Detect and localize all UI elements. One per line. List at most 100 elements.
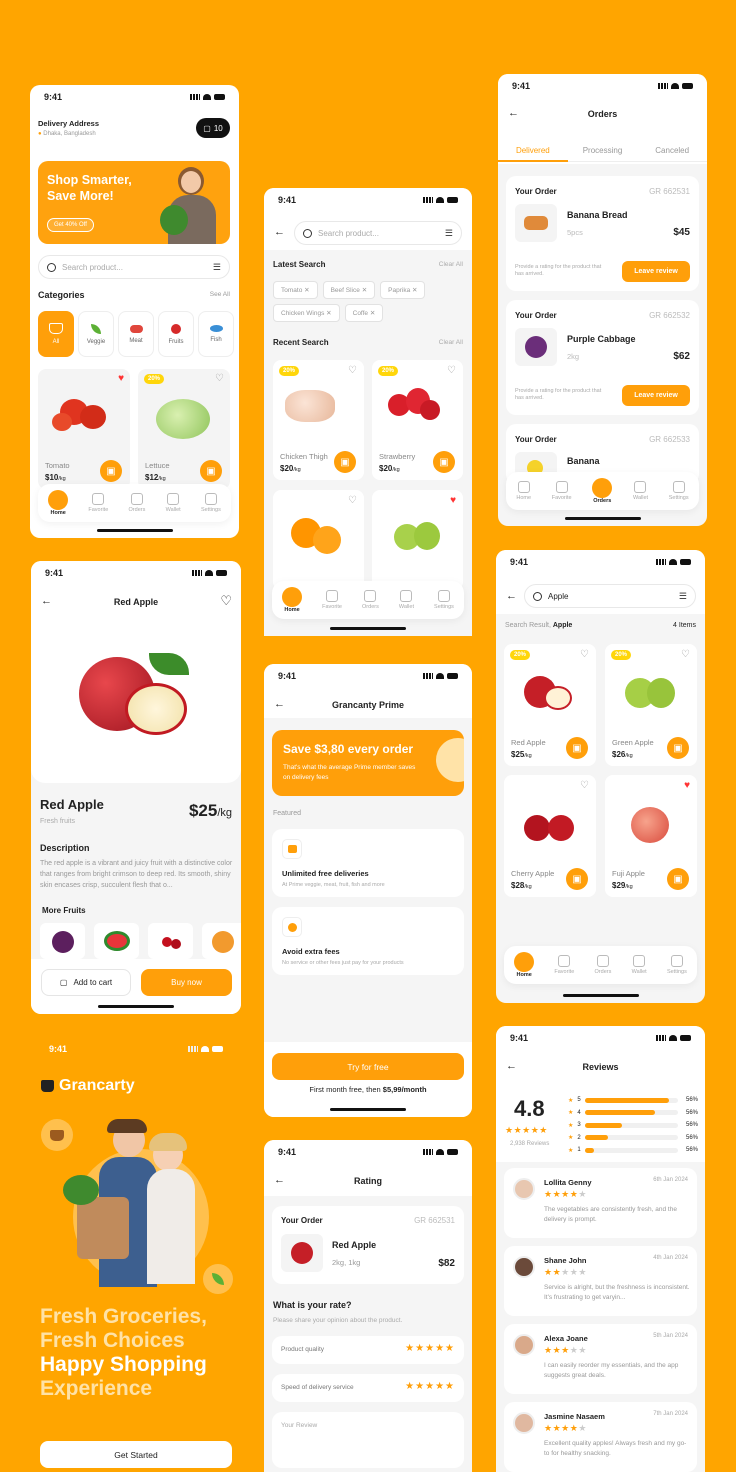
heart-icon[interactable]: ♥ [118, 373, 124, 384]
heart-icon[interactable]: ♡ [447, 365, 456, 376]
clear-all-link[interactable]: Clear All [439, 339, 463, 346]
star-rating[interactable]: ★★★★★ [405, 1381, 455, 1392]
tab-orders[interactable]: Orders [592, 478, 613, 504]
delivery-location[interactable]: ● Dhaka, Bangladesh [38, 131, 96, 137]
tab-canceled[interactable]: Canceled [637, 146, 707, 162]
heart-icon[interactable]: ♡ [580, 780, 589, 791]
tab-home[interactable]: Home [516, 481, 531, 501]
tab-processing[interactable]: Processing [567, 146, 638, 162]
tab-wallet[interactable]: Wallet [399, 590, 414, 610]
product-card[interactable]: ♥ Tomato $10/kg ▣ [38, 369, 130, 489]
category-veggie[interactable]: Veggie [78, 311, 114, 357]
filter-icon[interactable]: ☰ [445, 228, 453, 239]
add-to-cart-button[interactable]: ▣ [200, 460, 222, 482]
category-fruits[interactable]: Fruits [158, 311, 194, 357]
heart-icon[interactable]: ♡ [348, 495, 357, 506]
tab-settings[interactable]: Settings [201, 493, 221, 513]
chip[interactable]: Beef Slice ✕ [322, 281, 376, 299]
product-card[interactable]: 20% ♡ Chicken Thigh $20/kg ▣ [273, 360, 364, 480]
onboarding-headline: Fresh Groceries, Fresh Choices Happy Sho… [40, 1305, 207, 1400]
heart-icon[interactable]: ♥ [450, 495, 456, 506]
tab-settings[interactable]: Settings [434, 590, 454, 610]
heart-icon[interactable]: ♡ [348, 365, 357, 376]
heart-icon[interactable]: ♡ [580, 649, 589, 660]
search-input[interactable]: Apple ☰ [524, 584, 696, 608]
promo-banner[interactable]: Shop Smarter, Save More! Get 40% Off [38, 161, 230, 244]
search-input[interactable]: Search product... ☰ [38, 255, 230, 279]
add-to-cart-button[interactable]: ▣ [667, 868, 689, 890]
add-to-cart-button[interactable]: ▢ Add to cart [41, 969, 131, 996]
product-card[interactable]: ♡ [273, 490, 364, 590]
heart-icon[interactable]: ♡ [215, 373, 224, 384]
tab-delivered[interactable]: Delivered [498, 146, 568, 162]
tab-favorite[interactable]: Favorite [322, 590, 342, 610]
clear-all-link[interactable]: Clear All [439, 261, 463, 268]
product-card[interactable]: ♥ [372, 490, 463, 590]
promo-button[interactable]: Get 40% Off [47, 218, 94, 232]
tab-home[interactable]: Home [282, 587, 303, 613]
tab-orders[interactable]: Orders [362, 590, 379, 610]
product-card[interactable]: ♡ Cherry Apple $28/kg ▣ [504, 775, 596, 897]
add-to-cart-button[interactable]: ▣ [433, 451, 455, 473]
chip[interactable]: Coffe ✕ [344, 304, 384, 322]
fruit-thumb[interactable] [40, 923, 85, 959]
banana-bread-image [515, 204, 557, 242]
tab-orders[interactable]: Orders [129, 493, 145, 513]
tab-wallet[interactable]: Wallet [633, 481, 648, 501]
category-fish[interactable]: Fish [198, 311, 234, 357]
chip[interactable]: Paprika ✕ [380, 281, 426, 299]
star-rating[interactable]: ★★★★★ [405, 1343, 455, 1354]
product-card[interactable]: ♥ Fuji Apple $29/kg ▣ [605, 775, 697, 897]
add-to-cart-button[interactable]: ▣ [566, 868, 588, 890]
tab-wallet[interactable]: Wallet [166, 493, 181, 513]
category-meat[interactable]: Meat [118, 311, 154, 357]
product-card[interactable]: 20% ♡ Green Apple $26/kg ▣ [605, 644, 697, 766]
leave-review-button[interactable]: Leave review [622, 261, 690, 282]
review-textarea[interactable]: Your Review [272, 1412, 464, 1468]
product-card[interactable]: 20% ♡ Lettuce $12/kg ▣ [138, 369, 230, 489]
product-card[interactable]: 20% ♡ Red Apple $25/kg ▣ [504, 644, 596, 766]
tab-settings[interactable]: Settings [667, 955, 687, 975]
tab-favorite[interactable]: Favorite [552, 481, 572, 501]
tab-orders[interactable]: Orders [595, 955, 611, 975]
filter-icon[interactable]: ☰ [679, 591, 687, 602]
search-icon [303, 228, 312, 238]
fruit-thumb[interactable] [202, 923, 241, 959]
back-arrow-icon[interactable]: ← [274, 226, 285, 238]
see-all-link[interactable]: See All [210, 291, 230, 298]
tab-home[interactable]: Home [514, 952, 535, 978]
tab-favorite[interactable]: Favorite [554, 955, 574, 975]
tab-settings[interactable]: Settings [669, 481, 689, 501]
heart-icon[interactable]: ♥ [684, 780, 690, 791]
chip[interactable]: Tomato ✕ [273, 281, 318, 299]
tab-wallet[interactable]: Wallet [632, 955, 647, 975]
chip[interactable]: Chicken Wings ✕ [273, 304, 340, 322]
buy-now-button[interactable]: Buy now [141, 969, 232, 996]
category-all[interactable]: All [38, 311, 74, 357]
add-to-cart-button[interactable]: ▣ [334, 451, 356, 473]
get-started-button[interactable]: Get Started [40, 1441, 232, 1468]
tab-home[interactable]: Home [48, 490, 69, 516]
heart-icon[interactable]: ♡ [681, 649, 690, 660]
heart-icon[interactable]: ♡ [220, 593, 232, 609]
leave-review-button[interactable]: Leave review [622, 385, 690, 406]
page-title: Reviews [582, 1062, 619, 1072]
review-text: Excellent quality apples! Always fresh a… [544, 1440, 687, 1457]
rating-bar-row: ★ 3 56% [568, 1119, 698, 1132]
cart-button[interactable]: ▢ 10 [196, 118, 230, 138]
add-to-cart-button[interactable]: ▣ [667, 737, 689, 759]
fruit-thumb[interactable] [94, 923, 139, 959]
page-title: Grancanty Prime [331, 700, 405, 710]
search-input[interactable]: Search product... ☰ [294, 221, 462, 245]
try-free-button[interactable]: Try for free [272, 1053, 464, 1080]
star-level: 2 [577, 1134, 581, 1141]
tab-favorite[interactable]: Favorite [88, 493, 108, 513]
back-arrow-icon[interactable]: ← [506, 590, 517, 602]
add-to-cart-button[interactable]: ▣ [100, 460, 122, 482]
reviews-screen: 9:41 ← Reviews 4.8 ★★★★★ 2,938 Reviews ★… [496, 1026, 705, 1472]
fruit-thumb[interactable] [148, 923, 193, 959]
home-icon [517, 481, 530, 493]
filter-icon[interactable]: ☰ [213, 262, 221, 273]
product-card[interactable]: 20% ♡ Strawberry $20/kg ▣ [372, 360, 463, 480]
add-to-cart-button[interactable]: ▣ [566, 737, 588, 759]
